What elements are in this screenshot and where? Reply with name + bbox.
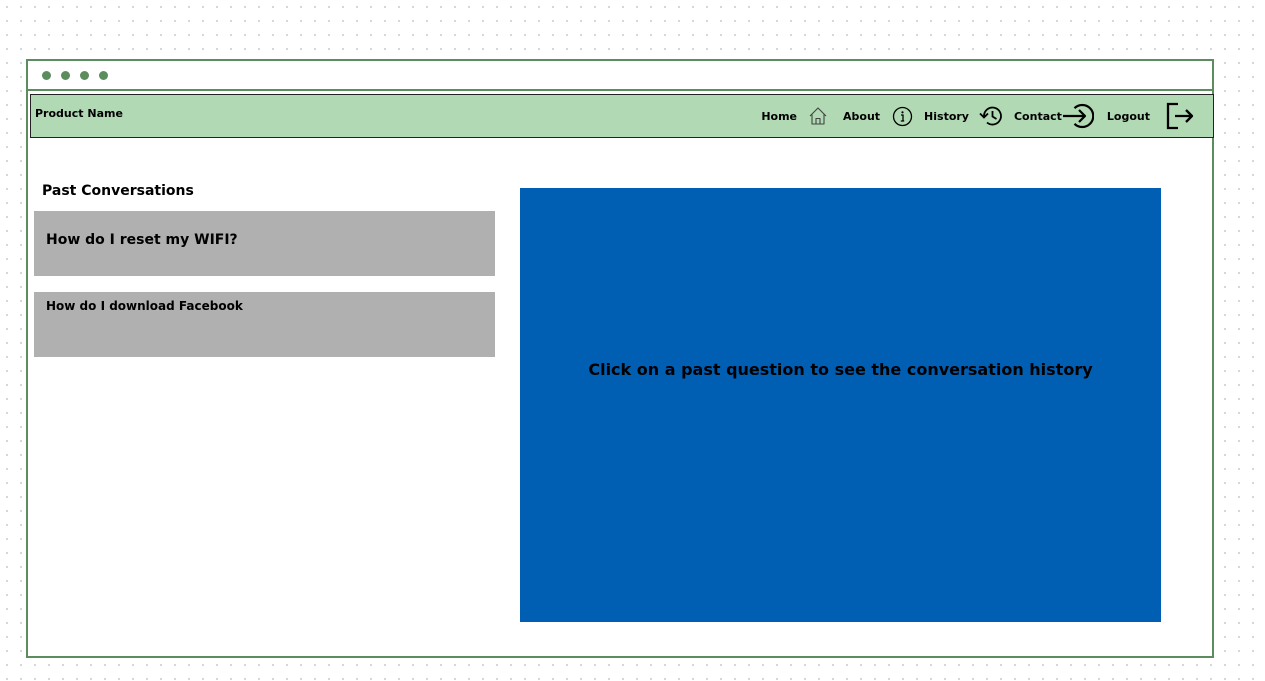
info-icon[interactable] bbox=[892, 106, 913, 127]
nav-label-contact: Contact bbox=[1013, 109, 1062, 123]
nav-label-history: History bbox=[924, 109, 969, 123]
window-dot-3[interactable] bbox=[80, 71, 89, 80]
nav-item-logout[interactable]: Logout bbox=[1107, 101, 1195, 131]
arrow-circle-right-icon[interactable] bbox=[1062, 102, 1094, 130]
nav-item-contact[interactable]: Contact bbox=[1014, 102, 1094, 130]
conversation-item[interactable]: How do I reset my WIFI? bbox=[34, 211, 495, 276]
nav-label-about: About bbox=[843, 109, 881, 123]
history-placeholder-message: Click on a past question to see the conv… bbox=[588, 360, 1093, 379]
nav-item-history[interactable]: History bbox=[924, 104, 1004, 128]
history-icon[interactable] bbox=[978, 104, 1004, 128]
conversation-item[interactable]: How do I download Facebook bbox=[34, 292, 495, 357]
app-window: Product Name Home About History Contact … bbox=[26, 59, 1214, 658]
conversation-label: How do I reset my WIFI? bbox=[46, 232, 238, 248]
window-dot-1[interactable] bbox=[42, 71, 51, 80]
product-name: Product Name bbox=[35, 107, 123, 120]
sidebar-title: Past Conversations bbox=[42, 183, 194, 199]
nav-label-home: Home bbox=[761, 109, 797, 123]
nav-menu: Home About History Contact Logout bbox=[761, 99, 1195, 133]
nav-label-logout: Logout bbox=[1106, 109, 1150, 123]
window-titlebar bbox=[28, 61, 1212, 91]
conversation-label: How do I download Facebook bbox=[46, 299, 243, 313]
nav-item-about[interactable]: About bbox=[843, 106, 913, 127]
logout-icon[interactable] bbox=[1165, 101, 1195, 131]
top-navbar: Product Name Home About History Contact … bbox=[30, 94, 1214, 138]
nav-item-home[interactable]: Home bbox=[761, 106, 828, 126]
home-icon[interactable] bbox=[808, 106, 828, 126]
conversation-history-panel: Click on a past question to see the conv… bbox=[520, 188, 1161, 622]
window-dot-2[interactable] bbox=[61, 71, 70, 80]
window-controls bbox=[42, 71, 108, 80]
window-dot-4[interactable] bbox=[99, 71, 108, 80]
